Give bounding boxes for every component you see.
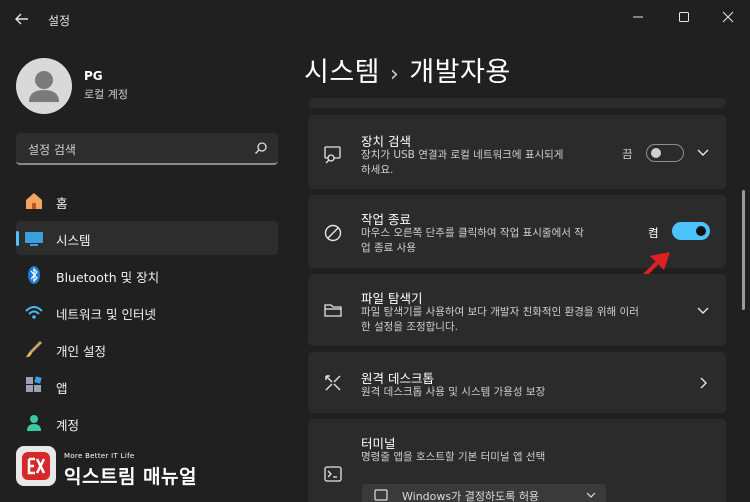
close-icon (722, 11, 734, 23)
partial-settings-card (308, 98, 726, 108)
chevron-right-icon[interactable] (697, 376, 711, 390)
sidebar-item-personalization[interactable]: 개인 설정 (16, 332, 278, 366)
chevron-down-icon (586, 492, 596, 498)
sidebar-item-label: Bluetooth 및 장치 (56, 270, 160, 285)
sidebar-item-apps[interactable]: 앱 (16, 369, 278, 403)
end-task-toggle[interactable] (672, 222, 710, 240)
minimize-icon (633, 16, 643, 18)
apps-icon (24, 376, 44, 396)
device-search-toggle[interactable] (646, 144, 684, 162)
sidebar-item-label: 개인 설정 (56, 344, 106, 359)
sidebar-item-label: 시스템 (56, 233, 91, 248)
window-icon (374, 489, 388, 501)
back-arrow-icon (15, 13, 28, 25)
breadcrumb-separator: › (390, 62, 400, 87)
scrollbar-thumb[interactable] (742, 190, 745, 310)
block-icon (322, 222, 344, 244)
system-icon (24, 228, 44, 248)
page-title: 개발자용 (409, 57, 511, 88)
avatar[interactable] (16, 58, 72, 114)
user-name: PG (84, 69, 103, 83)
toggle-knob (696, 226, 706, 236)
terminal-icon (322, 463, 344, 485)
device-search-icon (322, 143, 344, 165)
sidebar-item-network[interactable]: 네트워크 및 인터넷 (16, 295, 278, 329)
setting-description-line1: 마우스 오른쪽 단추를 클릭하여 작업 표시줄에서 작 (361, 227, 584, 239)
sidebar-item-label: 계정 (56, 418, 80, 433)
breadcrumb: 시스템 › 개발자용 (304, 50, 511, 89)
sidebar-item-label: 앱 (56, 381, 68, 396)
sidebar-item-home[interactable]: 홈 (16, 184, 278, 218)
active-indicator (16, 231, 19, 246)
sidebar-item-label: 홈 (56, 196, 68, 211)
maximize-icon (679, 12, 689, 22)
setting-description-line1: 장치가 USB 연결과 로컬 네트워크에 표시되게 (361, 149, 564, 161)
search-icon (255, 142, 267, 154)
toggle-state-label: 켬 (648, 226, 659, 240)
maximize-button[interactable] (664, 4, 704, 30)
chevron-down-icon[interactable] (696, 146, 710, 160)
account-icon (24, 413, 44, 433)
setting-file-explorer[interactable]: 파일 탐색기 파일 탐색기를 사용하여 보다 개발자 친화적인 환경을 위해 이… (308, 274, 726, 346)
chevron-down-icon[interactable] (696, 304, 710, 318)
folder-icon (322, 299, 344, 321)
dropdown-value: Windows가 결정하도록 허용 (402, 490, 540, 502)
extreme-manual-logo-icon (22, 452, 50, 480)
watermark-tagline: More Better IT Life (64, 452, 135, 460)
setting-description-line2: 하세요. (361, 164, 394, 176)
brush-icon (24, 339, 44, 359)
terminal-app-dropdown[interactable]: Windows가 결정하도록 허용 (362, 484, 606, 502)
remote-desktop-icon (322, 372, 344, 394)
wifi-icon (24, 302, 44, 322)
setting-remote-desktop[interactable]: 원격 데스크톱 원격 데스크톱 사용 및 시스템 가용성 보장 (308, 352, 726, 413)
back-button[interactable] (10, 8, 34, 30)
toggle-state-label: 끔 (622, 147, 633, 161)
setting-description: 명령줄 앱을 호스트할 기본 터미널 앱 선택 (361, 451, 546, 463)
bluetooth-icon (24, 265, 44, 285)
home-icon (24, 191, 44, 211)
sidebar-item-bluetooth[interactable]: Bluetooth 및 장치 (16, 258, 278, 292)
setting-description-line2: 업 종료 사용 (361, 242, 416, 254)
title-bar: 설정 (0, 0, 750, 38)
person-icon (29, 71, 59, 102)
close-button[interactable] (708, 4, 748, 30)
setting-description-line2: 한 설정을 조정합니다. (361, 321, 458, 333)
sidebar-item-system[interactable]: 시스템 (16, 221, 278, 255)
sidebar-item-accounts[interactable]: 계정 (16, 406, 278, 440)
watermark-name: 익스트림 매뉴얼 (64, 466, 197, 488)
setting-description: 원격 데스크톱 사용 및 시스템 가용성 보장 (361, 386, 546, 398)
app-title: 설정 (48, 14, 71, 28)
setting-description-line1: 파일 탐색기를 사용하여 보다 개발자 친화적인 환경을 위해 이러 (361, 306, 639, 318)
search-input[interactable]: 설정 검색 (16, 133, 278, 165)
sidebar-item-label: 네트워크 및 인터넷 (56, 307, 156, 322)
breadcrumb-parent[interactable]: 시스템 (304, 57, 380, 88)
minimize-button[interactable] (618, 4, 658, 30)
setting-device-search[interactable]: 장치 검색 장치가 USB 연결과 로컬 네트워크에 표시되게 하세요. 끔 (308, 115, 726, 189)
search-placeholder: 설정 검색 (28, 143, 76, 157)
account-type: 로컬 계정 (84, 88, 128, 101)
watermark-logo (16, 446, 56, 486)
toggle-knob (651, 148, 661, 158)
